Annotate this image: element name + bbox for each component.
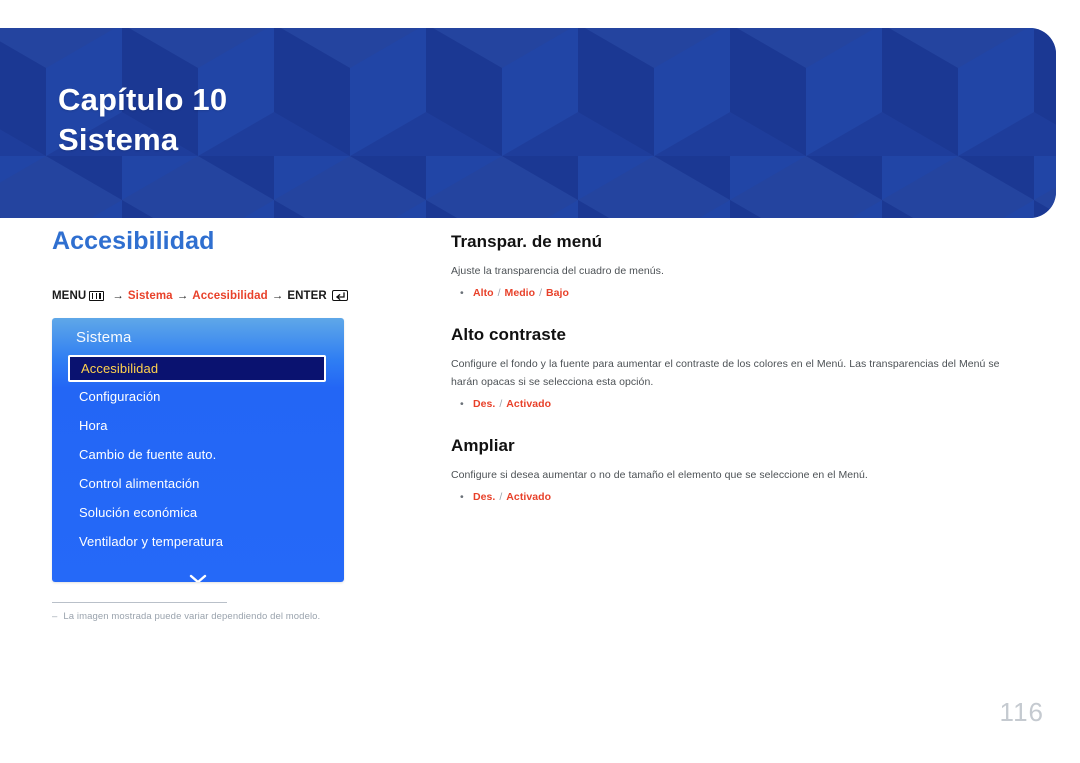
- bullet-icon: •: [460, 491, 464, 504]
- option-row: • Des. / Activado: [451, 398, 1021, 410]
- page-number: 116: [999, 697, 1044, 727]
- footnote-divider: [52, 601, 227, 603]
- option-value: Des.: [473, 491, 496, 504]
- osd-item-hora[interactable]: Hora: [52, 411, 344, 440]
- block-description: Configure el fondo y la fuente para aume…: [451, 358, 1000, 388]
- breadcrumb-arrow-2: →: [176, 289, 189, 302]
- option-list: • Alto / Medio / Bajo: [451, 287, 1021, 299]
- option-values: Alto / Medio / Bajo: [473, 287, 569, 299]
- bullet-icon: •: [460, 397, 464, 410]
- osd-item-control-alimentacion[interactable]: Control alimentación: [52, 469, 344, 498]
- footnote-dash: ‒: [52, 610, 58, 622]
- option-list: • Des. / Activado: [451, 491, 1021, 503]
- menu-grid-icon: [89, 290, 105, 301]
- chapter-banner: Capítulo 10 Sistema: [0, 28, 1056, 218]
- breadcrumb-step-sistema[interactable]: Sistema: [128, 290, 173, 302]
- bullet-icon: •: [460, 287, 464, 300]
- osd-item-configuracion[interactable]: Configuración: [52, 382, 344, 411]
- osd-panel-title: Sistema: [76, 328, 132, 346]
- option-separator: /: [496, 397, 506, 410]
- osd-item-accesibilidad[interactable]: Accesibilidad: [68, 354, 326, 382]
- block-description: Ajuste la transparencia del cuadro de me…: [451, 265, 664, 277]
- chevron-down-icon: [189, 574, 207, 582]
- block-title: Alto contraste: [451, 325, 566, 345]
- page-title: Accesibilidad: [52, 227, 215, 255]
- block-title: Ampliar: [451, 435, 515, 455]
- setting-block-alto-contraste: Alto contraste Configure el fondo y la f…: [451, 325, 1021, 410]
- left-column: Accesibilidad MENU → Sistema → Accesibil…: [52, 227, 412, 622]
- footnote: ‒ La imagen mostrada puede variar depend…: [52, 611, 412, 622]
- setting-block-ampliar: Ampliar Configure si desea aumentar o no…: [451, 436, 1021, 503]
- setting-block-transparencia: Transpar. de menú Ajuste la transparenci…: [451, 232, 1021, 299]
- osd-item-solucion-economica[interactable]: Solución económica: [52, 498, 344, 527]
- enter-return-icon: [331, 290, 348, 301]
- option-values: Des. / Activado: [473, 491, 551, 503]
- osd-menu-list: Accesibilidad Configuración Hora Cambio …: [52, 354, 344, 556]
- option-value: Des.: [473, 397, 496, 410]
- option-list: • Des. / Activado: [451, 398, 1021, 410]
- breadcrumb-menu-label: MENU: [52, 289, 87, 302]
- footnote-text: La imagen mostrada puede variar dependie…: [63, 610, 321, 622]
- option-separator: /: [494, 287, 504, 300]
- breadcrumb-arrow-3: →: [271, 289, 284, 302]
- osd-menu-panel: Sistema Accesibilidad Configuración Hora…: [52, 317, 344, 582]
- option-row: • Alto / Medio / Bajo: [451, 287, 1021, 299]
- option-row: • Des. / Activado: [451, 491, 1021, 503]
- osd-item-cambio-de-fuente-auto[interactable]: Cambio de fuente auto.: [52, 440, 344, 469]
- option-value: Medio: [504, 287, 536, 300]
- osd-item-ventilador-y-temperatura[interactable]: Ventilador y temperatura: [52, 527, 344, 556]
- option-separator: /: [496, 491, 506, 504]
- option-values: Des. / Activado: [473, 398, 551, 410]
- option-value: Bajo: [546, 287, 569, 300]
- breadcrumb-arrow-1: →: [112, 289, 124, 302]
- breadcrumb-step-accesibilidad[interactable]: Accesibilidad: [192, 290, 267, 302]
- block-description: Configure si desea aumentar o no de tama…: [451, 468, 868, 481]
- banner-heading: Capítulo 10 Sistema: [58, 80, 227, 159]
- chapter-title: Sistema: [58, 121, 179, 157]
- option-separator: /: [536, 287, 546, 300]
- osd-scroll-down[interactable]: [52, 572, 344, 582]
- breadcrumb: MENU → Sistema → Accesibilidad → ENTER: [52, 290, 412, 302]
- breadcrumb-enter-label: ENTER: [287, 289, 327, 302]
- right-column: Transpar. de menú Ajuste la transparenci…: [451, 232, 1021, 529]
- option-value: Activado: [506, 397, 552, 410]
- option-value: Activado: [506, 491, 552, 504]
- block-title: Transpar. de menú: [451, 232, 603, 251]
- chapter-label: Capítulo 10: [58, 82, 228, 117]
- option-value: Alto: [473, 287, 494, 300]
